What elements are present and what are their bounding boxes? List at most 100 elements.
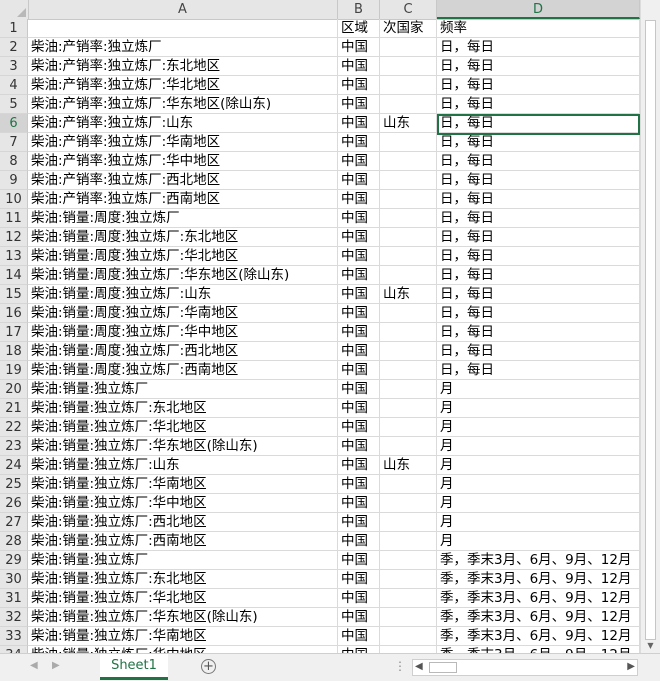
table-cell[interactable]: 柴油:销量:周度:独立炼厂:东北地区 [28,228,338,247]
table-cell[interactable]: 中国 [338,190,380,209]
table-cell[interactable] [380,570,437,589]
table-cell[interactable]: 柴油:销量:独立炼厂:华中地区 [28,494,338,513]
table-cell[interactable]: 日，每日 [437,209,640,228]
row-header[interactable]: 26 [0,494,28,513]
table-cell[interactable]: 日，每日 [437,228,640,247]
table-cell[interactable]: 柴油:产销率:独立炼厂:华南地区 [28,133,338,152]
table-cell[interactable]: 季，季末3月、6月、9月、12月 [437,570,640,589]
column-header-d[interactable]: D [437,0,640,19]
table-cell[interactable]: 柴油:销量:独立炼厂:山东 [28,456,338,475]
table-cell[interactable]: 中国 [338,475,380,494]
row-header[interactable]: 14 [0,266,28,285]
table-cell[interactable] [380,418,437,437]
table-cell[interactable]: 日，每日 [437,304,640,323]
table-cell[interactable]: 月 [437,418,640,437]
table-cell[interactable] [380,532,437,551]
row-header[interactable]: 6 [0,114,28,133]
row-header[interactable]: 12 [0,228,28,247]
table-cell[interactable]: 柴油:销量:周度:独立炼厂:西北地区 [28,342,338,361]
table-cell[interactable] [380,380,437,399]
row-header[interactable]: 27 [0,513,28,532]
table-cell[interactable]: 柴油:销量:独立炼厂 [28,380,338,399]
table-cell[interactable]: 中国 [338,399,380,418]
table-cell[interactable]: 中国 [338,114,380,133]
table-cell[interactable]: 柴油:产销率:独立炼厂:西南地区 [28,190,338,209]
table-cell[interactable] [380,152,437,171]
table-cell[interactable]: 中国 [338,627,380,646]
row-header[interactable]: 32 [0,608,28,627]
table-cell[interactable]: 中国 [338,133,380,152]
table-cell[interactable] [380,608,437,627]
table-cell[interactable]: 柴油:销量:独立炼厂:华南地区 [28,475,338,494]
table-cell[interactable]: 月 [437,380,640,399]
row-header[interactable]: 30 [0,570,28,589]
table-cell[interactable]: 柴油:销量:周度:独立炼厂:华南地区 [28,304,338,323]
table-cell[interactable]: 中国 [338,95,380,114]
table-cell[interactable]: 柴油:销量:独立炼厂:华中地区 [28,646,338,653]
table-cell[interactable] [380,494,437,513]
table-cell[interactable]: 柴油:销量:独立炼厂:华南地区 [28,627,338,646]
table-cell[interactable] [380,475,437,494]
table-cell[interactable]: 中国 [338,76,380,95]
table-cell[interactable] [380,513,437,532]
row-header[interactable]: 22 [0,418,28,437]
row-header[interactable]: 15 [0,285,28,304]
table-cell[interactable]: 柴油:销量:独立炼厂:华东地区(除山东) [28,608,338,627]
table-cell[interactable]: 日，每日 [437,171,640,190]
table-cell[interactable]: 中国 [338,266,380,285]
table-cell[interactable] [380,304,437,323]
row-header[interactable]: 4 [0,76,28,95]
table-cell[interactable]: 中国 [338,228,380,247]
table-cell[interactable]: 月 [437,456,640,475]
prev-sheet-icon[interactable]: ◀ [30,660,38,671]
table-cell[interactable]: 季，季末3月、6月、9月、12月 [437,646,640,653]
table-cell[interactable]: 山东 [380,285,437,304]
table-cell[interactable]: 中国 [338,38,380,57]
table-cell[interactable]: 日，每日 [437,133,640,152]
row-header[interactable]: 18 [0,342,28,361]
table-cell[interactable] [380,228,437,247]
table-cell[interactable]: 中国 [338,608,380,627]
table-cell[interactable]: 中国 [338,418,380,437]
column-header-a[interactable]: A [28,0,338,19]
table-cell[interactable]: 柴油:产销率:独立炼厂:西北地区 [28,171,338,190]
row-header[interactable]: 28 [0,532,28,551]
table-cell[interactable]: 柴油:销量:独立炼厂:华东地区(除山东) [28,437,338,456]
row-header[interactable]: 16 [0,304,28,323]
next-sheet-icon[interactable]: ▶ [52,660,60,671]
table-cell[interactable] [380,342,437,361]
table-cell[interactable]: 月 [437,437,640,456]
table-cell[interactable]: 日，每日 [437,38,640,57]
table-cell[interactable] [380,323,437,342]
table-cell[interactable] [380,171,437,190]
table-cell[interactable]: 中国 [338,285,380,304]
header-cell[interactable] [28,19,338,38]
row-header[interactable]: 24 [0,456,28,475]
sheet-tab-sheet1[interactable]: Sheet1 [100,654,168,680]
row-header[interactable]: 11 [0,209,28,228]
table-cell[interactable] [380,437,437,456]
table-cell[interactable]: 柴油:产销率:独立炼厂:山东 [28,114,338,133]
table-cell[interactable] [380,95,437,114]
table-cell[interactable]: 季，季末3月、6月、9月、12月 [437,551,640,570]
table-cell[interactable]: 日，每日 [437,76,640,95]
row-header[interactable]: 33 [0,627,28,646]
table-cell[interactable]: 柴油:销量:独立炼厂:东北地区 [28,570,338,589]
row-header[interactable]: 17 [0,323,28,342]
table-cell[interactable] [380,133,437,152]
table-cell[interactable]: 中国 [338,57,380,76]
table-cell[interactable]: 柴油:销量:独立炼厂:西南地区 [28,532,338,551]
table-cell[interactable]: 月 [437,475,640,494]
row-header[interactable]: 1 [0,19,28,38]
table-cell[interactable]: 日，每日 [437,152,640,171]
table-cell[interactable]: 柴油:产销率:独立炼厂:华北地区 [28,76,338,95]
table-cell[interactable] [380,266,437,285]
scroll-down-arrow-icon[interactable]: ▼ [645,641,656,651]
table-cell[interactable]: 中国 [338,380,380,399]
row-header[interactable]: 20 [0,380,28,399]
horizontal-scrollbar[interactable]: ◀ ▶ [412,659,638,676]
scroll-left-arrow-icon[interactable]: ◀ [415,661,423,672]
table-cell[interactable]: 中国 [338,551,380,570]
vertical-scroll-thumb[interactable] [645,20,656,640]
table-cell[interactable]: 柴油:销量:独立炼厂:西北地区 [28,513,338,532]
